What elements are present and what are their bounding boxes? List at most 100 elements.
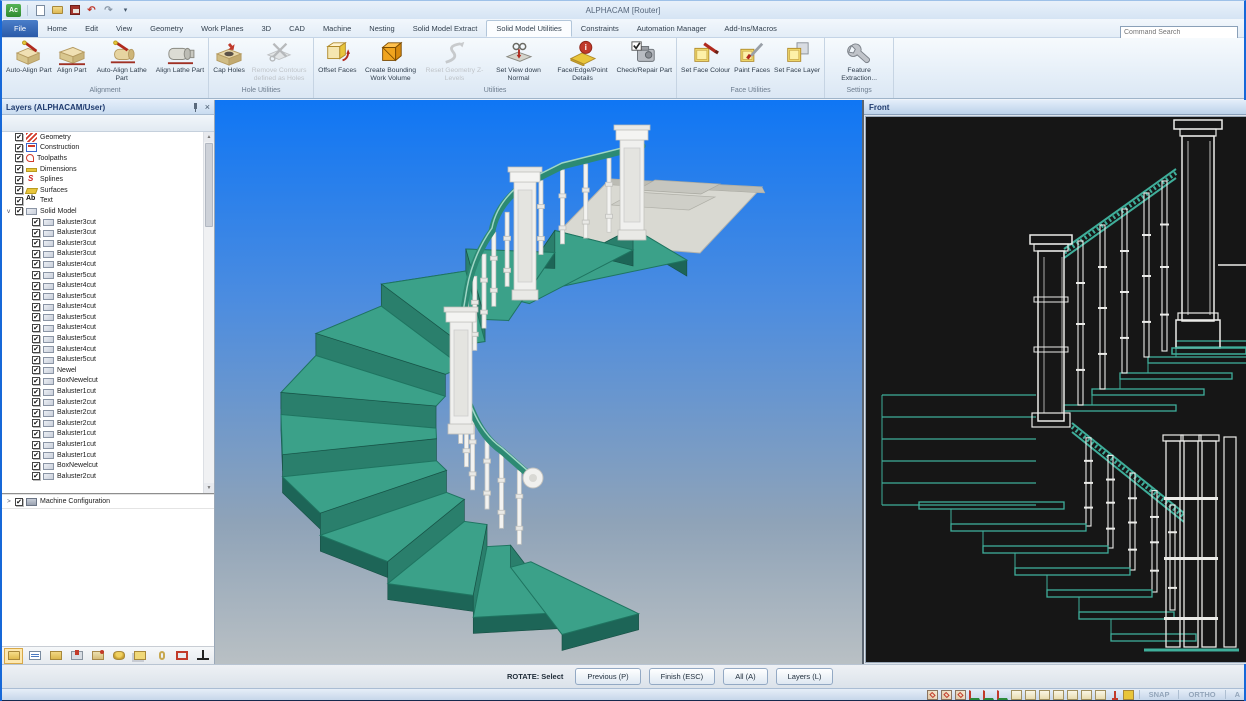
staircase-3d-model[interactable] bbox=[215, 100, 862, 664]
layer-row[interactable]: ✔ Baluster5cut bbox=[2, 270, 214, 281]
reset-geometry-z-levels-button[interactable]: Reset Geometry Z-Levels bbox=[423, 39, 487, 83]
layer-checkbox[interactable]: ✔ bbox=[32, 271, 40, 279]
layers-button[interactable]: Layers (L) bbox=[776, 668, 834, 685]
ribbon-tab[interactable]: Geometry bbox=[141, 20, 192, 37]
layer-row[interactable]: ✔ BoxNewelcut bbox=[2, 460, 214, 471]
panel-tab[interactable] bbox=[151, 648, 170, 664]
generic-icon[interactable] bbox=[95, 117, 110, 130]
layer-checkbox[interactable]: ✔ bbox=[32, 388, 40, 396]
cube-right-icon[interactable] bbox=[1053, 690, 1064, 700]
expander-icon[interactable]: > bbox=[7, 498, 15, 505]
layer-row[interactable]: ✔ Baluster5cut bbox=[2, 312, 214, 323]
layer-checkbox[interactable]: ✔ bbox=[32, 250, 40, 258]
layer-row[interactable]: ✔ Baluster2cut bbox=[2, 471, 214, 482]
plumb-icon[interactable] bbox=[1109, 690, 1120, 700]
set-view-down-normal-button[interactable]: Set View down Normal bbox=[487, 39, 551, 83]
layer-row[interactable]: ✔ Baluster1cut bbox=[2, 439, 214, 450]
layer-row[interactable]: ✔ Splines bbox=[2, 174, 214, 185]
layer-checkbox[interactable]: ✔ bbox=[32, 313, 40, 321]
ribbon-tab[interactable]: View bbox=[107, 20, 141, 37]
layer-checkbox[interactable]: ✔ bbox=[15, 197, 23, 205]
layer-checkbox[interactable]: ✔ bbox=[32, 335, 40, 343]
work-volume-icon[interactable] bbox=[1123, 690, 1134, 700]
layer-checkbox[interactable]: ✔ bbox=[15, 133, 23, 141]
layer-checkbox[interactable]: ✔ bbox=[32, 419, 40, 427]
cap-holes-button[interactable]: Cap Holes bbox=[211, 39, 247, 76]
layer-row[interactable]: ✔ Baluster5cut bbox=[2, 333, 214, 344]
layer-row[interactable]: ✔ Baluster1cut bbox=[2, 386, 214, 397]
layer-row[interactable]: ✔ Geometry bbox=[2, 132, 214, 143]
set-face-layer-button[interactable]: Set Face Layer bbox=[772, 39, 822, 76]
layer-checkbox[interactable]: ✔ bbox=[15, 176, 23, 184]
layer-row[interactable]: v ✔ Solid Model bbox=[2, 206, 214, 217]
axes-icon[interactable] bbox=[969, 690, 980, 700]
front-view-header[interactable]: Front bbox=[864, 100, 1246, 115]
front-view-canvas[interactable] bbox=[865, 116, 1246, 663]
layer-checkbox[interactable]: ✔ bbox=[32, 345, 40, 353]
set-face-colour-button[interactable]: Set Face Colour bbox=[679, 39, 732, 76]
redo-icon[interactable]: ↷ bbox=[102, 4, 115, 17]
machine-configuration-row[interactable]: > ✔ Machine Configuration bbox=[2, 493, 214, 508]
scroll-up-icon[interactable]: ▲ bbox=[204, 132, 214, 142]
layer-row[interactable]: ✔ Baluster4cut bbox=[2, 344, 214, 355]
panel-tab[interactable] bbox=[46, 648, 65, 664]
cube-front-icon[interactable] bbox=[1025, 690, 1036, 700]
scroll-down-icon[interactable]: ▼ bbox=[204, 483, 214, 493]
layer-checkbox[interactable]: ✔ bbox=[32, 366, 40, 374]
iso-axes-icon[interactable] bbox=[983, 690, 994, 700]
cube-iso-icon[interactable] bbox=[1011, 690, 1022, 700]
layer-checkbox[interactable]: ✔ bbox=[32, 218, 40, 226]
ortho-toggle[interactable]: ORTHO bbox=[1184, 690, 1219, 699]
open-file-icon[interactable] bbox=[51, 4, 64, 17]
ribbon-tab[interactable]: Solid Model Utilities bbox=[486, 20, 571, 37]
panel-tab[interactable] bbox=[130, 648, 149, 664]
layer-row[interactable]: ✔ Construction bbox=[2, 143, 214, 154]
feature-extraction-button[interactable]: Feature Extraction... bbox=[827, 39, 891, 83]
layer-checkbox[interactable]: ✔ bbox=[32, 430, 40, 438]
pan-view-icon[interactable] bbox=[927, 690, 938, 700]
generic-icon[interactable] bbox=[59, 117, 74, 130]
layer-checkbox[interactable]: ✔ bbox=[32, 462, 40, 470]
layer-row[interactable]: ✔ Baluster4cut bbox=[2, 323, 214, 334]
layer-checkbox[interactable]: ✔ bbox=[15, 144, 23, 152]
auto-align-part-button[interactable]: Auto-Align Part bbox=[4, 39, 54, 76]
layer-row[interactable]: ✔ Baluster3cut bbox=[2, 238, 214, 249]
new-document-icon[interactable] bbox=[34, 4, 47, 17]
layer-checkbox[interactable]: ✔ bbox=[32, 292, 40, 300]
ribbon-tab[interactable]: Automation Manager bbox=[628, 20, 716, 37]
ribbon-tab[interactable]: Add-Ins/Macros bbox=[715, 20, 786, 37]
generic-icon[interactable] bbox=[41, 117, 56, 130]
generic-icon[interactable] bbox=[77, 117, 92, 130]
layer-row[interactable]: ✔ Surfaces bbox=[2, 185, 214, 196]
customize-quick-access-icon[interactable]: ▾ bbox=[119, 4, 132, 17]
panel-tab[interactable] bbox=[109, 648, 128, 664]
ribbon-tab[interactable]: Solid Model Extract bbox=[404, 20, 487, 37]
undo-icon[interactable]: ↶ bbox=[85, 4, 98, 17]
layer-checkbox[interactable]: ✔ bbox=[32, 451, 40, 459]
remove-contours-button[interactable]: Remove Contours defined as Holes bbox=[247, 39, 311, 83]
layer-checkbox[interactable]: ✔ bbox=[32, 260, 40, 268]
layer-checkbox[interactable]: ✔ bbox=[32, 398, 40, 406]
layer-checkbox[interactable]: ✔ bbox=[32, 472, 40, 480]
pin-icon[interactable] bbox=[191, 103, 200, 112]
tree-scrollbar[interactable]: ▲ ▼ bbox=[203, 132, 214, 493]
app-logo[interactable]: Ac bbox=[6, 4, 21, 17]
finish-button[interactable]: Finish (ESC) bbox=[649, 668, 716, 685]
layer-row[interactable]: ✔ Newel bbox=[2, 365, 214, 376]
layer-checkbox[interactable]: ✔ bbox=[32, 377, 40, 385]
layer-row[interactable]: ✔ Baluster3cut bbox=[2, 217, 214, 228]
layer-checkbox[interactable]: ✔ bbox=[32, 303, 40, 311]
staircase-front-wireframe[interactable] bbox=[866, 117, 1246, 663]
auto-align-lathe-part-button[interactable]: Auto-Align Lathe Part bbox=[90, 39, 154, 83]
paint-faces-button[interactable]: Paint Faces bbox=[732, 39, 772, 76]
panel-tab[interactable] bbox=[25, 648, 44, 664]
layer-checkbox[interactable]: ✔ bbox=[15, 154, 23, 162]
layer-row[interactable]: ✔ Baluster3cut bbox=[2, 249, 214, 260]
layer-row[interactable]: ✔ Baluster4cut bbox=[2, 302, 214, 313]
layer-row[interactable]: ✔ Baluster4cut bbox=[2, 280, 214, 291]
panel-tab[interactable] bbox=[193, 648, 212, 664]
layer-checkbox[interactable]: ✔ bbox=[32, 441, 40, 449]
ribbon-tab[interactable]: CAD bbox=[280, 20, 314, 37]
layer-checkbox[interactable]: ✔ bbox=[15, 186, 23, 194]
layer-checkbox[interactable]: ✔ bbox=[15, 498, 23, 506]
